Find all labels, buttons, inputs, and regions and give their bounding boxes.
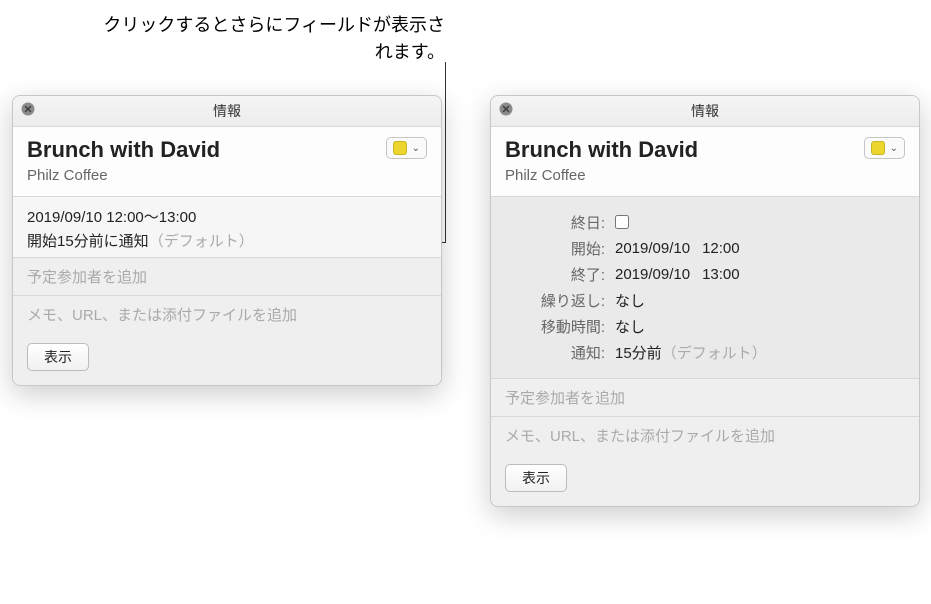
event-info-popover-compact: 情報 Brunch with David Philz Coffee ⌄ 2019…: [12, 95, 442, 386]
travel-row: 移動時間: なし: [505, 316, 905, 337]
datetime-fields: 終日: 開始: 2019/09/10 12:00 終了: 2019/09/10 13…: [491, 197, 919, 379]
show-button[interactable]: 表示: [27, 343, 89, 371]
close-icon[interactable]: [21, 102, 35, 116]
alarm-text: 開始15分前に通知: [27, 233, 149, 250]
calendar-picker[interactable]: ⌄: [864, 137, 905, 159]
end-row: 終了: 2019/09/10 13:00: [505, 264, 905, 285]
end-label: 終了:: [505, 264, 615, 285]
event-title[interactable]: Brunch with David: [505, 137, 864, 163]
annotation-text: クリックするとさらにフィールドが表示されます。: [95, 12, 445, 66]
titlebar: 情報: [491, 96, 919, 127]
titlebar: 情報: [13, 96, 441, 127]
chevron-down-icon: ⌄: [890, 143, 898, 154]
leader-line-vertical: [445, 62, 446, 242]
event-title[interactable]: Brunch with David: [27, 137, 386, 163]
footer: 表示: [491, 454, 919, 506]
calendar-picker[interactable]: ⌄: [386, 137, 427, 159]
event-location[interactable]: Philz Coffee: [27, 167, 386, 184]
alarm-default: （デフォルト）: [662, 345, 767, 362]
start-label: 開始:: [505, 238, 615, 259]
invitees-placeholder: 予定参加者を追加: [505, 390, 625, 407]
repeat-row: 繰り返し: なし: [505, 290, 905, 311]
allday-label: 終日:: [505, 212, 615, 233]
calendar-color-swatch: [871, 141, 885, 155]
window-title: 情報: [213, 103, 241, 119]
alarm-summary: 開始15分前に通知（デフォルト）: [27, 230, 427, 251]
start-date[interactable]: 2019/09/10: [615, 240, 690, 257]
calendar-color-swatch: [393, 141, 407, 155]
alarm-label: 通知:: [505, 342, 615, 363]
travel-value[interactable]: なし: [615, 316, 905, 337]
alarm-row: 通知: 15分前（デフォルト）: [505, 342, 905, 363]
event-location[interactable]: Philz Coffee: [505, 167, 864, 184]
event-info-popover-expanded: 情報 Brunch with David Philz Coffee ⌄ 終日: …: [490, 95, 920, 507]
allday-checkbox[interactable]: [615, 215, 629, 229]
repeat-label: 繰り返し:: [505, 290, 615, 311]
alarm-value[interactable]: 15分前: [615, 345, 662, 362]
notes-placeholder: メモ、URL、または添付ファイルを追加: [505, 428, 775, 445]
end-date[interactable]: 2019/09/10: [615, 266, 690, 283]
datetime-section[interactable]: 2019/09/10 12:00～13:00 開始15分前に通知（デフォルト）: [13, 197, 441, 258]
end-time[interactable]: 13:00: [702, 266, 740, 283]
notes-section[interactable]: メモ、URL、または添付ファイルを追加: [13, 296, 441, 333]
allday-row: 終日:: [505, 212, 905, 233]
invitees-placeholder: 予定参加者を追加: [27, 269, 147, 286]
close-icon[interactable]: [499, 102, 513, 116]
datetime-summary: 2019/09/10 12:00～13:00: [27, 206, 427, 227]
show-button[interactable]: 表示: [505, 464, 567, 492]
notes-placeholder: メモ、URL、または添付ファイルを追加: [27, 307, 297, 324]
notes-section[interactable]: メモ、URL、または添付ファイルを追加: [491, 417, 919, 454]
alarm-default: （デフォルト）: [149, 233, 254, 250]
repeat-value[interactable]: なし: [615, 290, 905, 311]
footer: 表示: [13, 333, 441, 385]
invitees-section[interactable]: 予定参加者を追加: [491, 379, 919, 417]
event-header: Brunch with David Philz Coffee ⌄: [13, 127, 441, 197]
start-time[interactable]: 12:00: [702, 240, 740, 257]
travel-label: 移動時間:: [505, 316, 615, 337]
invitees-section[interactable]: 予定参加者を追加: [13, 258, 441, 296]
chevron-down-icon: ⌄: [412, 143, 420, 154]
event-header: Brunch with David Philz Coffee ⌄: [491, 127, 919, 197]
window-title: 情報: [691, 103, 719, 119]
start-row: 開始: 2019/09/10 12:00: [505, 238, 905, 259]
